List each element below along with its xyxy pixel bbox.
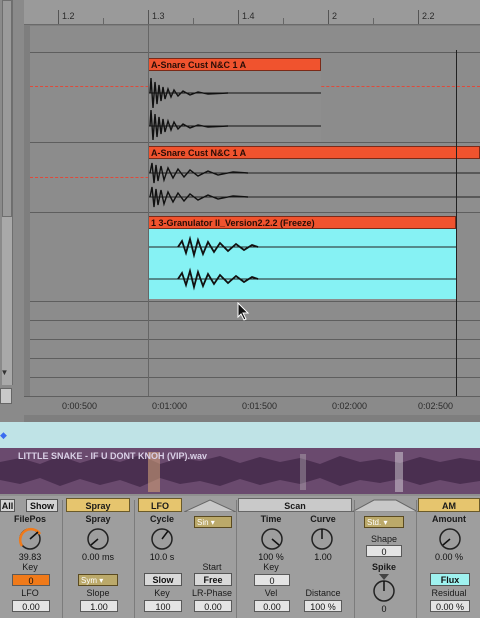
time-label: 0:01:000: [152, 401, 188, 411]
lfo-shape-value: Sin: [197, 518, 209, 527]
spike-value: 0: [381, 604, 387, 614]
chevron-down-icon: ▾: [383, 518, 388, 527]
ruler-label: 1.2: [62, 11, 75, 21]
filepos-lfo-label: LFO: [21, 588, 39, 598]
clip-waveform: [148, 235, 456, 291]
filepos-lfo-field[interactable]: 0.00: [12, 600, 50, 612]
clip-waveform: [148, 77, 321, 140]
loop-start-line: [148, 24, 149, 398]
tab-all[interactable]: All: [0, 499, 15, 512]
filepos-knob[interactable]: [16, 526, 44, 552]
lfo-start-label: Start: [202, 562, 222, 572]
lfo-lrphase-label: LR-Phase: [191, 588, 233, 598]
time-label: 0:00:500: [62, 401, 98, 411]
beat-ruler[interactable]: 1.2 1.3 1.4 2 2.2: [24, 0, 480, 25]
track-lane[interactable]: [30, 340, 480, 359]
residual-label: Residual: [431, 588, 467, 598]
curve-value: 1.00: [314, 552, 332, 562]
time-vel-label: Vel: [264, 588, 278, 598]
sample-overview-bar[interactable]: [0, 422, 480, 448]
ruler-label: 2.2: [422, 11, 435, 21]
curve-knob[interactable]: [308, 526, 336, 552]
filepos-key-label: Key: [22, 562, 38, 572]
track-lane[interactable]: [30, 302, 480, 321]
time-value: 100 %: [258, 552, 284, 562]
clip-header[interactable]: 1 3-Granulator II_Version2.2.2 (Freeze): [148, 216, 456, 229]
amount-label: Amount: [432, 514, 466, 524]
lfo-start-button[interactable]: Free: [194, 573, 232, 586]
clip-waveform: [148, 162, 480, 208]
time-vel-field[interactable]: 0.00: [254, 600, 290, 612]
cycle-knob[interactable]: [148, 526, 176, 552]
playhead-line: [456, 50, 457, 400]
time-label: Time: [260, 514, 282, 524]
flux-button[interactable]: Flux: [430, 573, 470, 586]
spray-slope-label: Slope: [86, 588, 110, 598]
chevron-down-icon: ▾: [99, 576, 104, 585]
time-label: 0:02:500: [418, 401, 454, 411]
filepos-label: FilePos: [13, 514, 46, 524]
amount-knob[interactable]: [436, 526, 464, 552]
track-lane[interactable]: [30, 26, 480, 53]
cycle-value: 10.0 s: [149, 552, 175, 562]
cycle-mode-button[interactable]: Slow: [144, 573, 182, 586]
spray-slope-field[interactable]: 1.00: [80, 600, 118, 612]
lfo-shape-dropdown[interactable]: Sin ▾: [194, 516, 232, 528]
time-ruler[interactable]: 0:00:500 0:01:000 0:01:500 0:02:000 0:02…: [24, 396, 480, 415]
chevron-down-icon: ▾: [210, 518, 215, 527]
spray-mode-dropdown[interactable]: Sym ▾: [78, 574, 118, 586]
cycle-key-field[interactable]: 100: [144, 600, 182, 612]
curve-distance-field[interactable]: 100 %: [304, 600, 342, 612]
window-dropdown[interactable]: Std. ▾: [364, 516, 404, 528]
vertical-scroll-thumb[interactable]: [2, 0, 12, 217]
tab-show[interactable]: Show: [26, 499, 58, 512]
spray-mode-value: Sym: [81, 576, 97, 585]
cycle-label: Cycle: [149, 514, 175, 524]
spike-knob[interactable]: [370, 574, 398, 604]
filepos-value: 39.83: [18, 552, 42, 562]
window-value: Std.: [367, 518, 382, 527]
section-lfo-header: LFO: [138, 498, 182, 512]
scroll-down-icon[interactable]: ▼: [0, 368, 9, 380]
clip-header[interactable]: A-Snare Cust N&C 1 A: [148, 146, 480, 159]
mouse-cursor-icon: [237, 302, 250, 321]
track-lane[interactable]: [30, 378, 480, 397]
window-shape-field[interactable]: 0: [366, 545, 402, 557]
spray-label: Spray: [85, 514, 111, 524]
filepos-key-field[interactable]: 0: [12, 574, 50, 586]
curve-label: Curve: [310, 514, 336, 524]
residual-field[interactable]: 0.00 %: [430, 600, 470, 612]
lfo-lrphase-field[interactable]: 0.00: [194, 600, 232, 612]
track-lane[interactable]: [30, 359, 480, 378]
scroll-corner-button[interactable]: [0, 388, 12, 404]
window-shape-display: [352, 499, 418, 512]
ruler-label: 1.3: [152, 11, 165, 21]
section-spray-header: Spray: [66, 498, 130, 512]
lfo-shape-display: [184, 499, 236, 512]
sample-filename: LITTLE SNAKE - IF U DONT KNOH (VIP).wav: [18, 451, 208, 461]
ruler-label: 2: [332, 11, 338, 21]
time-key-label: Key: [263, 562, 279, 572]
section-am-header: AM: [418, 498, 480, 512]
time-knob[interactable]: [258, 526, 286, 552]
time-label: 0:02:000: [332, 401, 368, 411]
marker-icon[interactable]: ◆: [0, 430, 10, 440]
time-label: 0:01:500: [242, 401, 278, 411]
track-lane[interactable]: [30, 321, 480, 340]
clip-header[interactable]: A-Snare Cust N&C 1 A: [148, 58, 321, 71]
spray-value: 0.00 ms: [81, 552, 114, 562]
window-shape-label: Shape: [370, 534, 398, 544]
amount-value: 0.00 %: [434, 552, 464, 562]
spike-label: Spike: [371, 562, 396, 572]
time-key-field[interactable]: 0: [254, 574, 290, 586]
ruler-label: 1.4: [242, 11, 255, 21]
section-scan-header: Scan: [238, 498, 352, 512]
cycle-key-label: Key: [154, 588, 170, 598]
spray-knob[interactable]: [84, 526, 112, 552]
curve-distance-label: Distance: [305, 588, 341, 598]
